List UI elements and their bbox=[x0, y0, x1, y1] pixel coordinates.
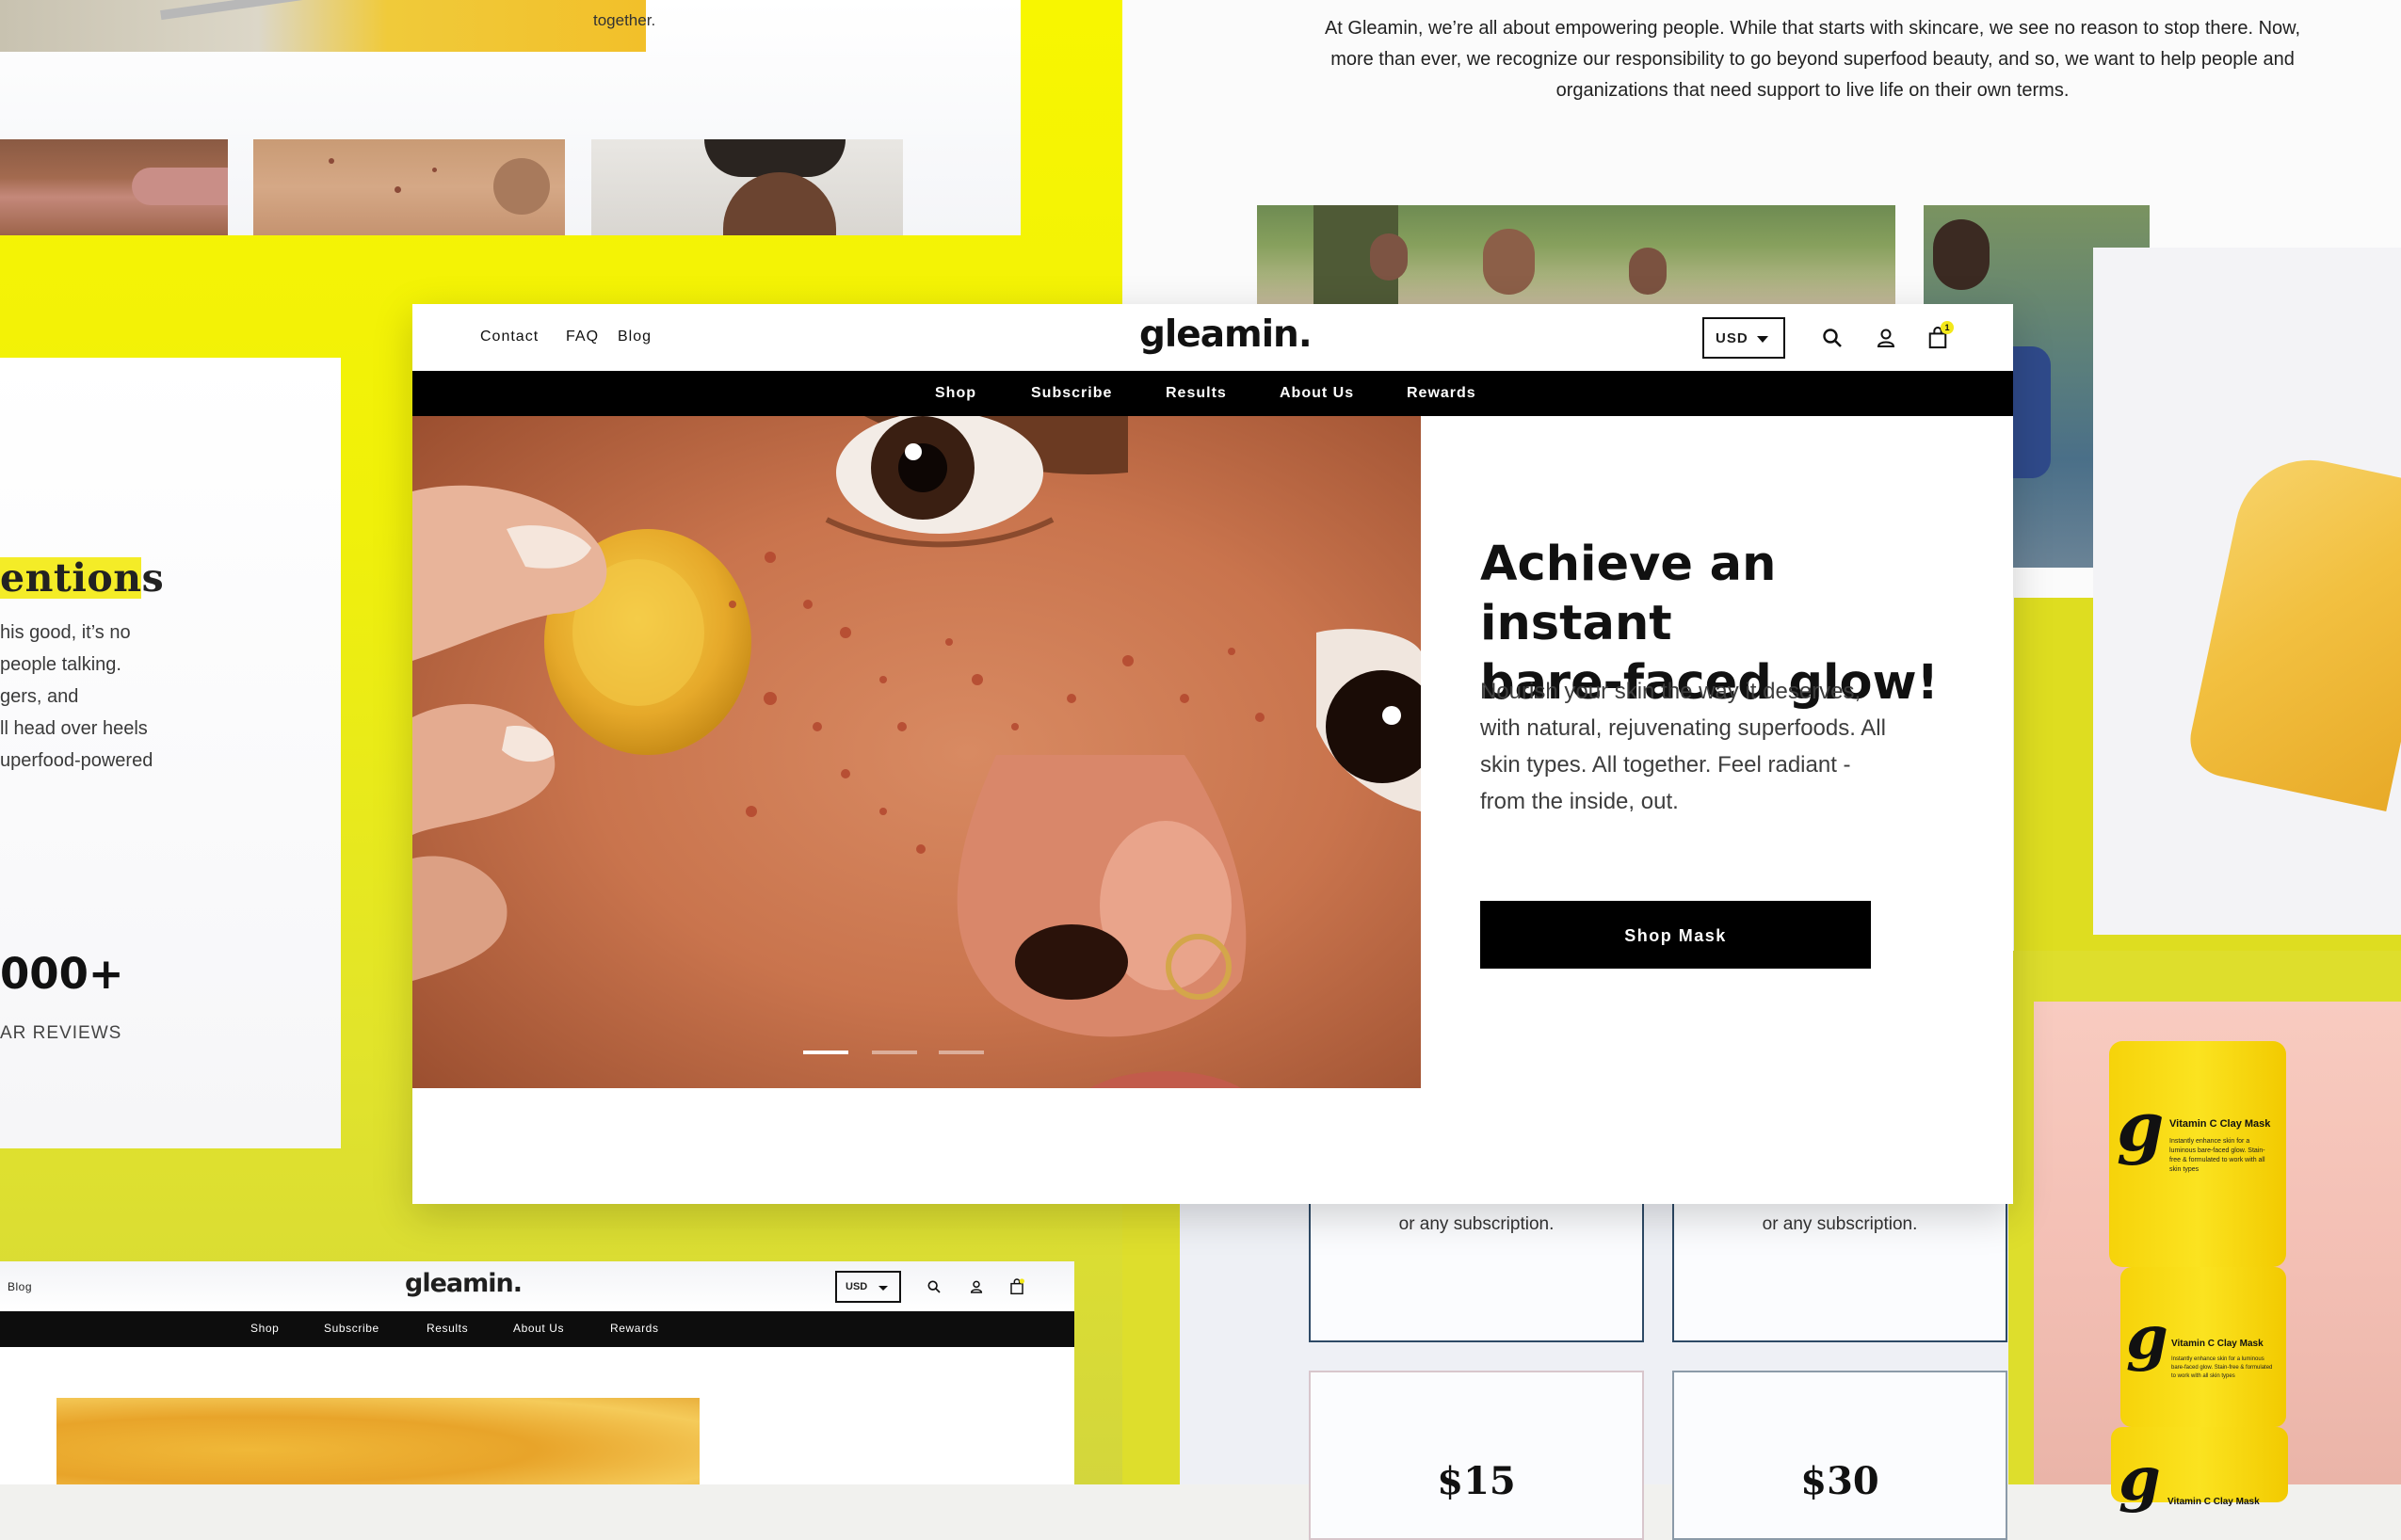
nav-results[interactable]: Results bbox=[1166, 385, 1227, 402]
cart-icon[interactable] bbox=[1009, 1278, 1024, 1295]
jar-label: Vitamin C Clay Mask bbox=[2171, 1339, 2264, 1349]
mentions-panel: entions his good, it’s no people talking… bbox=[0, 358, 341, 1148]
mini-header: Blog gleamin. USD bbox=[0, 1261, 1074, 1311]
texture-panel bbox=[2093, 248, 2401, 935]
before-photo-2 bbox=[253, 139, 565, 235]
mini-nav-item[interactable]: Shop bbox=[250, 1322, 279, 1335]
search-icon[interactable] bbox=[1821, 327, 1844, 349]
cart-count-badge: 1 bbox=[1941, 321, 1954, 334]
cart-button[interactable]: 1 bbox=[1927, 321, 1954, 349]
mentions-line: people talking. bbox=[0, 654, 121, 675]
reviews-count: 000+ bbox=[0, 949, 124, 999]
jar-label: Vitamin C Clay Mask bbox=[2167, 1497, 2260, 1507]
jar-logo: g bbox=[2126, 1303, 2168, 1373]
hero-photo bbox=[412, 416, 1421, 1088]
currency-select[interactable]: USD bbox=[1702, 317, 1785, 359]
nav-about-us[interactable]: About Us bbox=[1280, 385, 1354, 402]
mentions-line: his good, it’s no bbox=[0, 622, 131, 643]
jar-fine-print: Instantly enhance skin for a luminous ba… bbox=[2171, 1356, 2273, 1379]
mini-store-screen: Blog gleamin. USD Shop Subscribe Results… bbox=[0, 1261, 1074, 1484]
jar: g Vitamin C Clay Mask Instantly enhance … bbox=[2120, 1267, 2286, 1427]
mini-nav-item[interactable]: About Us bbox=[513, 1322, 564, 1335]
hero-subtext: Nourish your skin the way it deserves, w… bbox=[1480, 679, 1886, 814]
jar: g Vitamin C Clay Mask Instantly enhance … bbox=[2109, 1041, 2286, 1267]
product-jars-image: g Vitamin C Clay Mask Instantly enhance … bbox=[2034, 1002, 2401, 1515]
store-window: Contact FAQ Blog gleamin. USD 1 Shop Sub… bbox=[412, 304, 2013, 1204]
before-photo-3 bbox=[591, 139, 903, 235]
results-panel: together. bbox=[0, 0, 1021, 235]
slide-indicator[interactable] bbox=[872, 1051, 917, 1054]
jar-logo: g bbox=[2117, 1086, 2165, 1166]
jar-label: Vitamin C Clay Mask bbox=[2169, 1118, 2271, 1130]
hero-headline-line: Achieve an instant bbox=[1480, 537, 1777, 651]
faq-link[interactable]: FAQ bbox=[566, 329, 599, 345]
community-photo bbox=[1257, 205, 1895, 305]
panel-text: together. bbox=[593, 11, 656, 29]
reviews-label: AR REVIEWS bbox=[0, 1023, 122, 1043]
mini-nav-item[interactable]: Results bbox=[427, 1322, 468, 1335]
currency-value: USD bbox=[1716, 330, 1748, 346]
hero-image bbox=[412, 416, 1421, 1088]
main-nav: Shop Subscribe Results About Us Rewards bbox=[412, 371, 2013, 416]
account-icon[interactable] bbox=[1875, 327, 1897, 349]
slide-indicator[interactable] bbox=[939, 1051, 984, 1054]
jar: g Vitamin C Clay Mask bbox=[2111, 1427, 2288, 1515]
clay-texture-image bbox=[56, 1398, 700, 1484]
blog-link[interactable]: Blog bbox=[618, 329, 652, 345]
chevron-down-icon bbox=[1757, 336, 1768, 343]
nav-shop[interactable]: Shop bbox=[935, 385, 976, 402]
clay-swatch bbox=[2183, 445, 2401, 812]
chevron-down-icon bbox=[878, 1286, 888, 1291]
about-text: At Gleamin, we’re all about empowering p… bbox=[1324, 18, 2301, 101]
search-icon[interactable] bbox=[927, 1279, 942, 1294]
price-label: $15 bbox=[1437, 1459, 1516, 1503]
mini-currency-value: USD bbox=[846, 1281, 868, 1292]
site-logo[interactable]: gleamin. bbox=[1139, 313, 1313, 356]
mentions-line: gers, and bbox=[0, 686, 79, 707]
mentions-heading: entions bbox=[0, 555, 165, 601]
mini-logo[interactable]: gleamin. bbox=[405, 1269, 523, 1298]
pricing-card[interactable]: $15 bbox=[1309, 1371, 1644, 1540]
price-label: $30 bbox=[1800, 1459, 1879, 1503]
site-header: Contact FAQ Blog gleamin. USD 1 bbox=[412, 304, 2013, 371]
jar-logo: g bbox=[2119, 1444, 2161, 1515]
card-text: or any subscription. bbox=[1762, 1214, 1918, 1234]
nav-subscribe[interactable]: Subscribe bbox=[1031, 385, 1112, 402]
nav-rewards[interactable]: Rewards bbox=[1407, 385, 1476, 402]
mentions-line: ll head over heels bbox=[0, 718, 148, 739]
mini-nav-item[interactable]: Subscribe bbox=[324, 1322, 379, 1335]
account-icon[interactable] bbox=[969, 1279, 984, 1294]
slide-indicator-active[interactable] bbox=[803, 1051, 848, 1054]
mini-nav-item[interactable]: Rewards bbox=[610, 1322, 659, 1335]
mini-nav-bar: Shop Subscribe Results About Us Rewards bbox=[0, 1311, 1074, 1347]
mini-blog-link[interactable]: Blog bbox=[8, 1280, 32, 1293]
jar-fine-print: Instantly enhance skin for a luminous ba… bbox=[2169, 1138, 2265, 1173]
before-photo-1 bbox=[0, 139, 228, 235]
mini-currency-select[interactable]: USD bbox=[835, 1271, 901, 1303]
shop-mask-button[interactable]: Shop Mask bbox=[1480, 901, 1871, 969]
product-image bbox=[0, 0, 646, 52]
mentions-line: uperfood-powered bbox=[0, 750, 153, 771]
card-text: or any subscription. bbox=[1398, 1214, 1555, 1234]
contact-link[interactable]: Contact bbox=[480, 329, 539, 345]
mentions-text: his good, it’s no people talking. gers, … bbox=[0, 617, 153, 777]
pricing-card[interactable]: $30 bbox=[1672, 1371, 2007, 1540]
